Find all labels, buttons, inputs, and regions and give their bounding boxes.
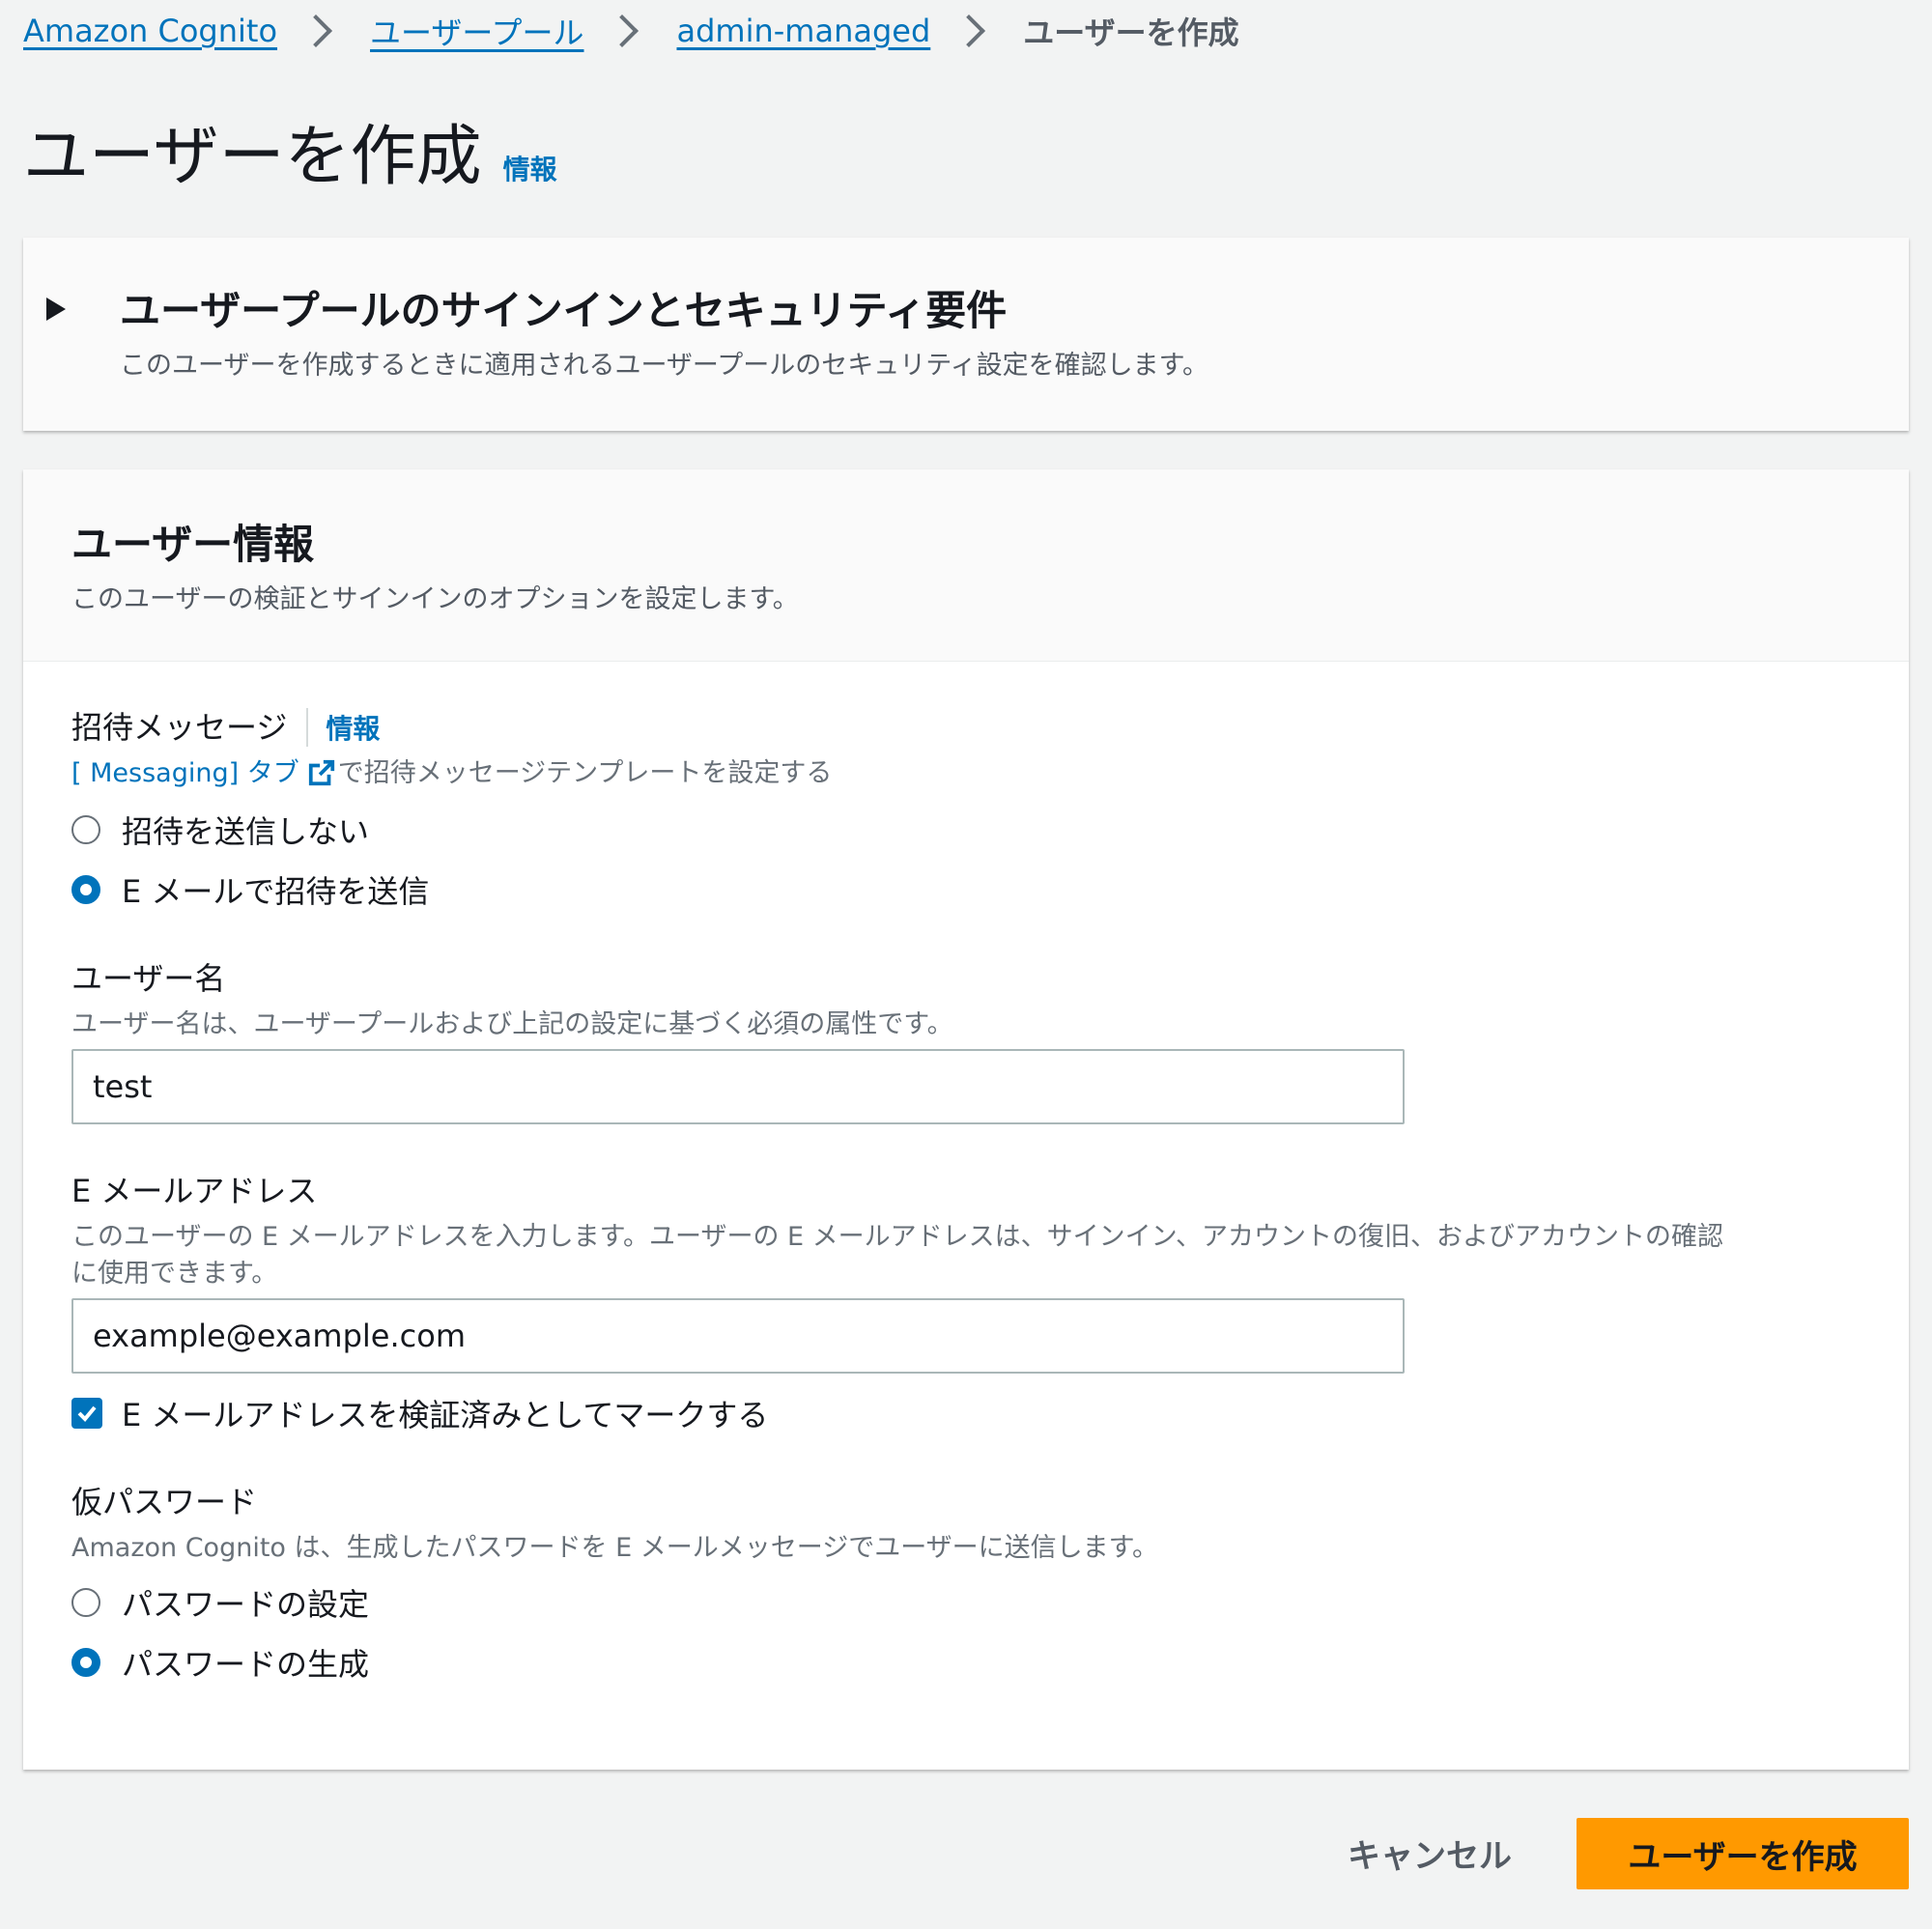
breadcrumb-current: ユーザーを作成 (1023, 14, 1239, 51)
breadcrumb-user-pools[interactable]: ユーザープール (370, 9, 583, 53)
radio-set-password[interactable]: パスワードの設定 (71, 1580, 369, 1625)
radio-unchecked-icon (71, 815, 100, 844)
email-hint-line2: に使用できます。 (71, 1259, 278, 1289)
radio-email-invitation-label: E メールで招待を送信 (122, 873, 430, 910)
external-link-icon (308, 759, 334, 786)
username-label: ユーザー名 (71, 960, 226, 997)
invitation-message-label: 招待メッセージ 情報 (71, 703, 380, 748)
radio-email-invitation[interactable]: E メールで招待を送信 (71, 867, 429, 912)
breadcrumb: Amazon Cognito ユーザープール admin-managed ユーザ… (23, 8, 1239, 54)
radio-checked-icon (71, 875, 100, 904)
page-info-link[interactable]: 情報 (503, 149, 557, 187)
messaging-link-prefix: [ (71, 758, 91, 788)
messaging-link-text: Messaging] タブ (90, 758, 299, 788)
invitation-message-label-text: 招待メッセージ (71, 709, 288, 746)
messaging-tab-link[interactable]: [ Messaging] タブ (71, 758, 338, 788)
security-requirements-title: ユーザープールのサインインとセキュリティ要件 (120, 287, 1008, 334)
chevron-right-icon (299, 14, 333, 47)
radio-no-invitation[interactable]: 招待を送信しない (71, 808, 369, 852)
invitation-hint-text: で招待メッセージテンプレートを設定する (337, 758, 833, 788)
username-input[interactable] (71, 1049, 1405, 1124)
temp-password-label: 仮パスワード (71, 1484, 258, 1520)
page-header: ユーザーを作成 情報 (23, 102, 557, 198)
radio-generate-password-label: パスワードの生成 (122, 1646, 370, 1683)
checkbox-checked-icon (71, 1398, 102, 1429)
radio-unchecked-icon (71, 1588, 100, 1617)
breadcrumb-user-pool-name[interactable]: admin-managed (676, 13, 930, 49)
caret-right-icon (46, 298, 66, 321)
radio-no-invitation-label: 招待を送信しない (122, 813, 370, 850)
create-user-button[interactable]: ユーザーを作成 (1577, 1818, 1909, 1889)
cancel-button[interactable]: キャンセル (1341, 1822, 1519, 1884)
radio-generate-password[interactable]: パスワードの生成 (71, 1640, 369, 1685)
user-info-panel: ユーザー情報 このユーザーの検証とサインインのオプションを設定します。 招待メッ… (23, 469, 1909, 1770)
breadcrumb-amazon-cognito[interactable]: Amazon Cognito (23, 13, 277, 49)
invitation-info-link[interactable]: 情報 (306, 708, 380, 747)
page-title: ユーザーを作成 (23, 119, 482, 195)
security-requirements-panel: ユーザープールのサインインとセキュリティ要件 このユーザーを作成するときに適用さ… (23, 238, 1909, 431)
user-info-description: このユーザーの検証とサインインのオプションを設定します。 (71, 584, 799, 614)
radio-checked-icon (71, 1648, 100, 1677)
email-label: E メールアドレス (71, 1173, 318, 1209)
user-info-title: ユーザー情報 (71, 521, 315, 568)
chevron-right-icon (606, 14, 639, 47)
verified-email-checkbox[interactable]: E メールアドレスを検証済みとしてマークする (71, 1391, 768, 1435)
radio-set-password-label: パスワードの設定 (122, 1586, 370, 1623)
security-requirements-description: このユーザーを作成するときに適用されるユーザープールのセキュリティ設定を確認しま… (120, 351, 1208, 381)
invitation-hint: [ Messaging] タブ で招待メッセージテンプレートを設定する (71, 752, 832, 789)
email-hint-line1: このユーザーの E メールアドレスを入力します。ユーザーの E メールアドレスは… (71, 1222, 1724, 1252)
chevron-right-icon (952, 14, 986, 47)
verified-email-label: E メールアドレスを検証済みとしてマークする (122, 1397, 769, 1433)
temp-password-hint: Amazon Cognito は、生成したパスワードを E メールメッセージでユ… (71, 1533, 1158, 1563)
username-hint: ユーザー名は、ユーザープールおよび上記の設定に基づく必須の属性です。 (71, 1009, 953, 1039)
user-info-header: ユーザー情報 このユーザーの検証とサインインのオプションを設定します。 (23, 469, 1909, 662)
email-input[interactable] (71, 1298, 1405, 1374)
